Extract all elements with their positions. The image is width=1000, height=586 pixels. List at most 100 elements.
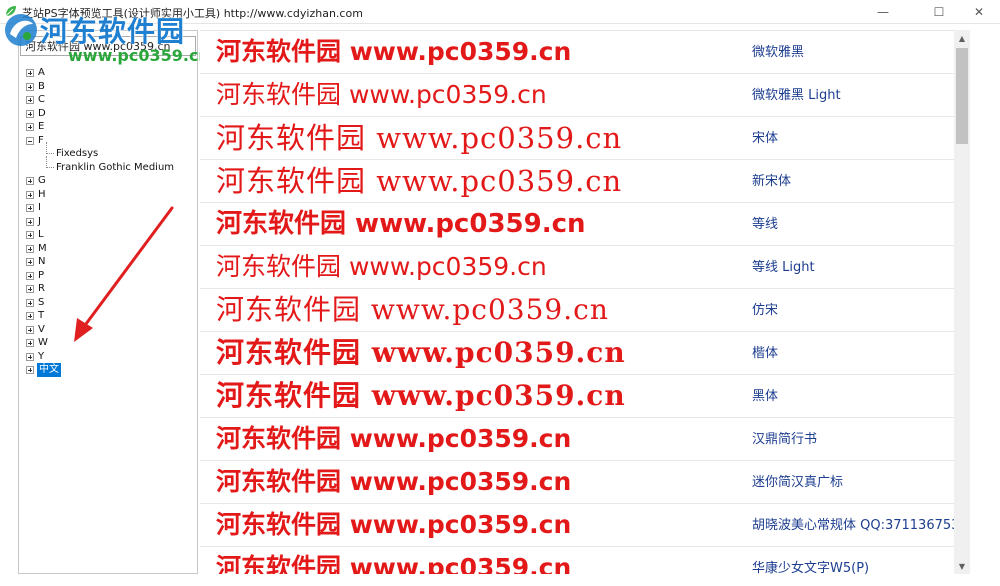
font-sample-text: 河东软件园 www.pc0359.cn	[216, 424, 572, 453]
font-row[interactable]: 河东软件园 www.pc0359.cn 华康少女文字W5(P)	[200, 547, 955, 574]
window-bottom-edge	[0, 574, 1000, 586]
scroll-down-icon[interactable]: ▼	[954, 558, 970, 574]
expand-icon[interactable]	[26, 190, 34, 199]
tree-node[interactable]: G	[24, 174, 194, 188]
font-row[interactable]: 河东软件园 www.pc0359.cn 等线	[200, 203, 955, 246]
expand-icon[interactable]	[26, 339, 34, 347]
tree-node-label[interactable]: B	[38, 80, 45, 94]
expand-icon[interactable]	[26, 244, 34, 253]
expand-icon[interactable]	[26, 177, 34, 185]
expand-icon[interactable]	[26, 352, 34, 361]
font-row[interactable]: 河东软件园 www.pc0359.cn 黑体	[200, 375, 955, 418]
expand-icon[interactable]	[26, 109, 34, 118]
tree-node-label[interactable]: P	[38, 269, 44, 283]
font-name-label: 迷你简汉真广标	[752, 475, 844, 490]
tree-node-label[interactable]: G	[38, 174, 46, 188]
font-sample-text: 河东软件园 www.pc0359.cn	[216, 209, 586, 239]
tree-node[interactable]: A	[24, 66, 194, 80]
expand-icon[interactable]	[26, 231, 34, 239]
font-sample-text: 河东软件园 www.pc0359.cn	[216, 379, 626, 412]
font-row[interactable]: 河东软件园 www.pc0359.cn 楷体	[200, 332, 955, 375]
font-name-label: 等线	[752, 217, 779, 232]
tree-node[interactable]: H	[24, 188, 194, 202]
tree-node-label[interactable]: C	[38, 93, 45, 107]
font-name-label: 宋体	[752, 131, 779, 146]
tree-node[interactable]: E	[24, 120, 194, 134]
tree-node-label[interactable]: H	[38, 188, 46, 202]
font-sample-text: 河东软件园 www.pc0359.cn	[216, 37, 572, 66]
font-sample-text: 河东软件园 www.pc0359.cn	[216, 164, 623, 198]
close-button[interactable]: ✕	[956, 0, 1000, 24]
tree-node-label[interactable]: A	[38, 66, 45, 80]
tree-connector-line	[46, 155, 54, 168]
font-name-label: 华康少女文字W5(P)	[752, 561, 870, 574]
font-row[interactable]: 河东软件园 www.pc0359.cn 宋体	[200, 117, 955, 160]
scroll-up-icon[interactable]: ▲	[954, 30, 970, 46]
watermark-logo-icon	[5, 14, 37, 46]
font-name-label: 汉鼎简行书	[752, 432, 818, 447]
vertical-scrollbar[interactable]: ▲ ▼	[954, 30, 970, 574]
font-sample-text: 河东软件园 www.pc0359.cn	[216, 336, 626, 369]
tree-node-label[interactable]: R	[38, 282, 45, 296]
tree-node[interactable]: D	[24, 107, 194, 121]
font-preview-list: 河东软件园 www.pc0359.cn 微软雅黑 河东软件园 www.pc0359.…	[200, 30, 970, 574]
tree-node-label-selected[interactable]: 中文	[37, 363, 61, 377]
tree-child-label[interactable]: Franklin Gothic Medium	[56, 161, 174, 175]
tree-child-label[interactable]: Fixedsys	[56, 147, 98, 161]
expand-icon[interactable]	[26, 258, 34, 266]
watermark-url: www.pc0359.cn	[68, 46, 210, 65]
font-row[interactable]: 河东软件园 www.pc0359.cn 新宋体	[200, 160, 955, 203]
tree-node-label[interactable]: I	[38, 201, 41, 215]
expand-icon[interactable]	[26, 298, 34, 307]
font-row[interactable]: 河东软件园 www.pc0359.cn 微软雅黑 Light	[200, 74, 955, 117]
font-name-label: 仿宋	[752, 303, 779, 318]
collapse-icon[interactable]	[26, 136, 34, 145]
font-row[interactable]: 河东软件园 www.pc0359.cn 等线 Light	[200, 246, 955, 289]
watermark-title: 河东软件园	[40, 15, 186, 48]
tree-node-label[interactable]: N	[38, 255, 45, 269]
tree-node-label[interactable]: L	[38, 228, 44, 242]
expand-icon[interactable]	[26, 217, 34, 226]
expand-icon[interactable]	[26, 82, 34, 91]
expand-icon[interactable]	[26, 271, 34, 280]
expand-icon[interactable]	[26, 325, 34, 334]
font-name-label: 微软雅黑 Light	[752, 88, 841, 103]
tree-node[interactable]: 中文	[24, 363, 194, 377]
tree-node-label[interactable]: E	[38, 120, 44, 134]
tree-node-label[interactable]: T	[38, 309, 44, 323]
font-row[interactable]: 河东软件园 www.pc0359.cn 微软雅黑	[200, 31, 955, 74]
font-name-label: 微软雅黑	[752, 45, 805, 60]
tree-node-label[interactable]: V	[38, 323, 45, 337]
font-row[interactable]: 河东软件园 www.pc0359.cn 仿宋	[200, 289, 955, 332]
font-sample-text: 河东软件园 www.pc0359.cn	[216, 553, 572, 574]
font-sample-text: 河东软件园 www.pc0359.cn	[216, 121, 623, 155]
tree-node-label[interactable]: W	[38, 336, 48, 350]
expand-icon[interactable]	[26, 123, 34, 131]
tree-node-label[interactable]: Y	[38, 350, 44, 364]
tree-node[interactable]: B	[24, 80, 194, 94]
tree-node-label[interactable]: M	[38, 242, 47, 256]
font-name-label: 黑体	[752, 389, 779, 404]
expand-icon[interactable]	[26, 366, 34, 374]
font-sample-text: 河东软件园 www.pc0359.cn	[216, 293, 609, 326]
tree-node-label[interactable]: F	[38, 134, 44, 148]
tree-node[interactable]: Y	[24, 350, 194, 364]
expand-icon[interactable]	[26, 204, 34, 212]
expand-icon[interactable]	[26, 69, 34, 77]
font-sample-text: 河东软件园 www.pc0359.cn	[216, 467, 572, 496]
font-name-label: 胡晓波美心常规体 QQ:371136753	[752, 518, 960, 533]
minimize-button[interactable]: —	[860, 0, 906, 24]
font-name-label: 新宋体	[752, 174, 792, 189]
expand-icon[interactable]	[26, 96, 34, 104]
font-row[interactable]: 河东软件园 www.pc0359.cn 汉鼎简行书	[200, 418, 955, 461]
font-row[interactable]: 河东软件园 www.pc0359.cn 胡晓波美心常规体 QQ:371136753	[200, 504, 959, 547]
tree-child-node[interactable]: Franklin Gothic Medium	[24, 155, 194, 175]
tree-node-label[interactable]: J	[38, 215, 41, 229]
tree-node-label[interactable]: D	[38, 107, 46, 121]
font-row[interactable]: 河东软件园 www.pc0359.cn 迷你简汉真广标	[200, 461, 955, 504]
tree-node-label[interactable]: S	[38, 296, 44, 310]
expand-icon[interactable]	[26, 285, 34, 293]
scrollbar-thumb[interactable]	[956, 48, 968, 144]
expand-icon[interactable]	[26, 312, 34, 320]
tree-node[interactable]: C	[24, 93, 194, 107]
